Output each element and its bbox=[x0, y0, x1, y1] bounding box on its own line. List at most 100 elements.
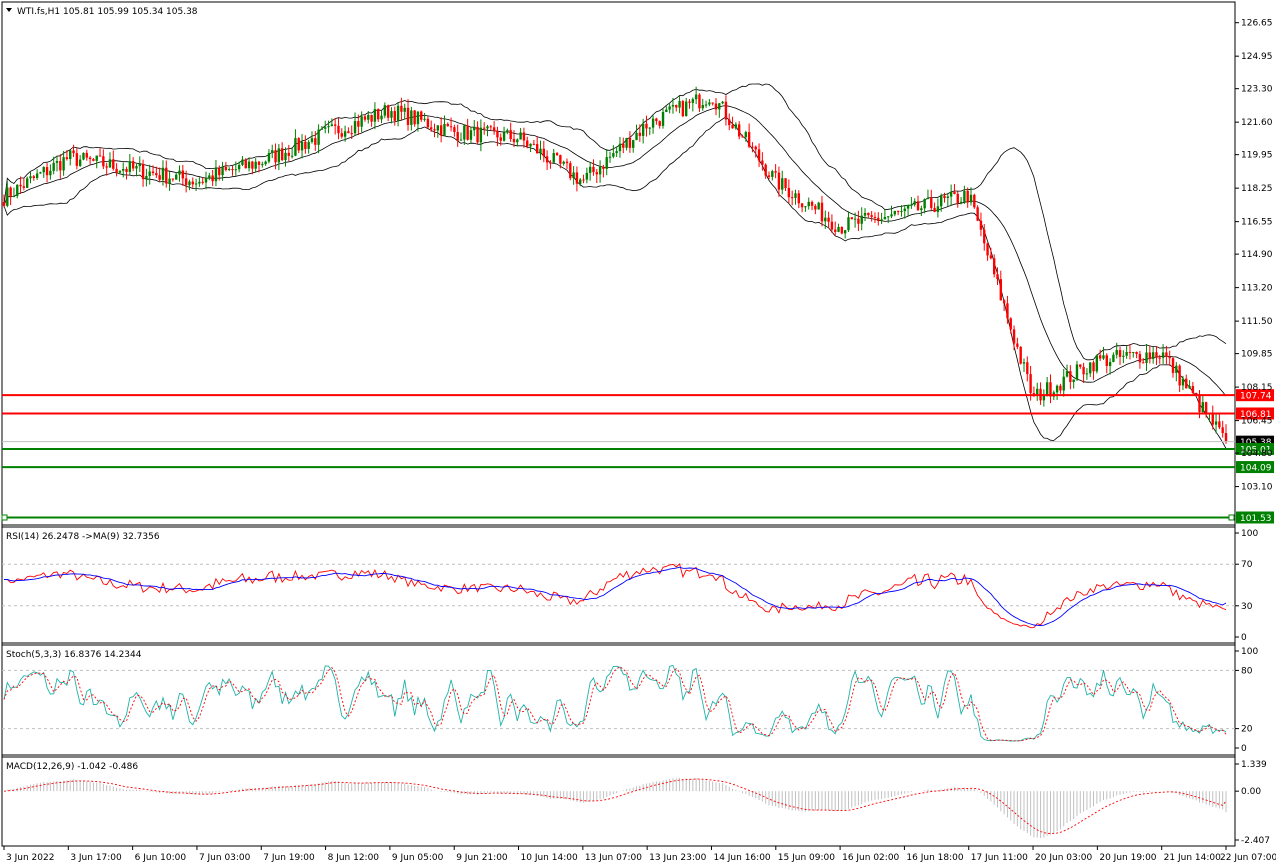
candle-body bbox=[555, 153, 559, 156]
candle-body bbox=[251, 161, 254, 169]
candle-body bbox=[1178, 365, 1181, 386]
candle-body bbox=[608, 156, 612, 158]
candle-body bbox=[920, 208, 923, 211]
tick-label: 70 bbox=[1241, 560, 1253, 570]
candle-body bbox=[161, 167, 165, 180]
candle-body bbox=[602, 166, 605, 169]
candle-body bbox=[290, 155, 294, 157]
candle-body bbox=[420, 111, 423, 120]
candle-body bbox=[658, 121, 661, 126]
candle-body bbox=[1102, 355, 1105, 359]
price-tick-label: 114.90 bbox=[1241, 250, 1273, 260]
candle-body bbox=[118, 170, 122, 173]
candle-body bbox=[400, 105, 403, 112]
candle-body bbox=[105, 166, 108, 168]
candle-body bbox=[277, 148, 281, 163]
candle-body bbox=[1002, 300, 1006, 304]
candle-body bbox=[834, 229, 837, 232]
candle-body bbox=[194, 183, 198, 185]
candle-body bbox=[1108, 361, 1112, 366]
candle-body bbox=[155, 173, 158, 176]
candle-body bbox=[446, 123, 449, 127]
candle-body bbox=[804, 206, 807, 208]
candle-body bbox=[549, 162, 552, 164]
candle-body bbox=[72, 150, 75, 154]
candle-body bbox=[165, 167, 168, 184]
candle-body bbox=[274, 150, 277, 163]
price-tick-label: 113.20 bbox=[1241, 284, 1273, 294]
candle-body bbox=[2, 201, 6, 206]
level-handle[interactable] bbox=[1228, 514, 1235, 521]
candle-body bbox=[612, 153, 615, 157]
trading-chart[interactable]: 107.74106.81105.38105.01104.09101.53 126… bbox=[0, 0, 1276, 867]
candle-body bbox=[824, 217, 827, 222]
candle-body bbox=[12, 196, 16, 198]
candle-body bbox=[827, 217, 830, 222]
candle-body bbox=[887, 216, 890, 218]
candle-body bbox=[211, 175, 214, 182]
candle-body bbox=[1098, 355, 1102, 359]
candle-body bbox=[691, 99, 695, 103]
candle-body bbox=[771, 171, 774, 177]
candle-body bbox=[883, 217, 887, 220]
candle-body bbox=[234, 169, 238, 171]
price-tick-label: 109.85 bbox=[1241, 350, 1273, 360]
candle-body bbox=[1151, 352, 1155, 359]
candle-body bbox=[1158, 357, 1161, 359]
candle-body bbox=[406, 107, 410, 125]
candle-body bbox=[314, 138, 317, 145]
time-tick-label: 15 Jun 09:00 bbox=[778, 853, 835, 863]
candle-body bbox=[512, 138, 516, 143]
candle-body bbox=[191, 181, 194, 185]
candle-body bbox=[585, 172, 589, 180]
candle-body bbox=[787, 187, 791, 198]
candle-body bbox=[443, 123, 446, 136]
candle-body bbox=[542, 148, 545, 157]
candle-body bbox=[1185, 378, 1188, 389]
candle-body bbox=[479, 127, 483, 143]
candle-body bbox=[284, 152, 287, 161]
candle-body bbox=[704, 104, 708, 106]
candle-body bbox=[843, 230, 847, 234]
time-tick-label: 16 Jun 02:00 bbox=[842, 853, 899, 863]
candle-body bbox=[953, 191, 956, 194]
candle-body bbox=[582, 179, 585, 181]
candle-body bbox=[562, 161, 565, 164]
candle-body bbox=[1191, 386, 1195, 393]
candle-body bbox=[969, 194, 973, 203]
candle-body bbox=[1214, 421, 1218, 425]
time-tick-label: 3 Jun 17:00 bbox=[70, 853, 122, 863]
candle-body bbox=[49, 170, 52, 176]
level-handle[interactable] bbox=[1, 514, 8, 521]
candle-body bbox=[158, 175, 161, 180]
time-tick-label: 7 Jun 19:00 bbox=[263, 853, 315, 863]
candle-body bbox=[221, 166, 224, 176]
candle-body bbox=[979, 220, 983, 230]
time-axis: 3 Jun 2022 3 Jun 17:00 6 Jun 10:00 7 Jun 03… bbox=[3, 846, 1276, 863]
candle-body bbox=[509, 130, 512, 139]
candle-body bbox=[353, 121, 357, 134]
candle-body bbox=[588, 166, 592, 173]
price-tick-label: 119.95 bbox=[1241, 151, 1273, 161]
candle-body bbox=[701, 105, 704, 109]
candle-body bbox=[148, 171, 151, 176]
candle-body bbox=[926, 197, 930, 200]
price-tick-label: 121.60 bbox=[1241, 118, 1273, 128]
candle-body bbox=[267, 153, 271, 162]
candle-body bbox=[618, 143, 622, 152]
candle-body bbox=[1065, 371, 1069, 377]
stoch-title: Stoch(5,3,3) 16.8376 14.2344 bbox=[6, 650, 142, 660]
candle-body bbox=[237, 164, 241, 170]
candle-body bbox=[469, 130, 473, 140]
candle-body bbox=[595, 172, 598, 175]
candle-body bbox=[1112, 354, 1115, 362]
candle-body bbox=[936, 206, 940, 212]
candle-body bbox=[711, 102, 714, 104]
candle-body bbox=[777, 172, 781, 190]
candle-body bbox=[956, 193, 959, 204]
candle-body bbox=[622, 143, 625, 148]
candle-body bbox=[98, 155, 102, 157]
candle-body bbox=[1072, 379, 1075, 383]
candle-body bbox=[1148, 352, 1152, 359]
candle-body bbox=[837, 226, 840, 232]
